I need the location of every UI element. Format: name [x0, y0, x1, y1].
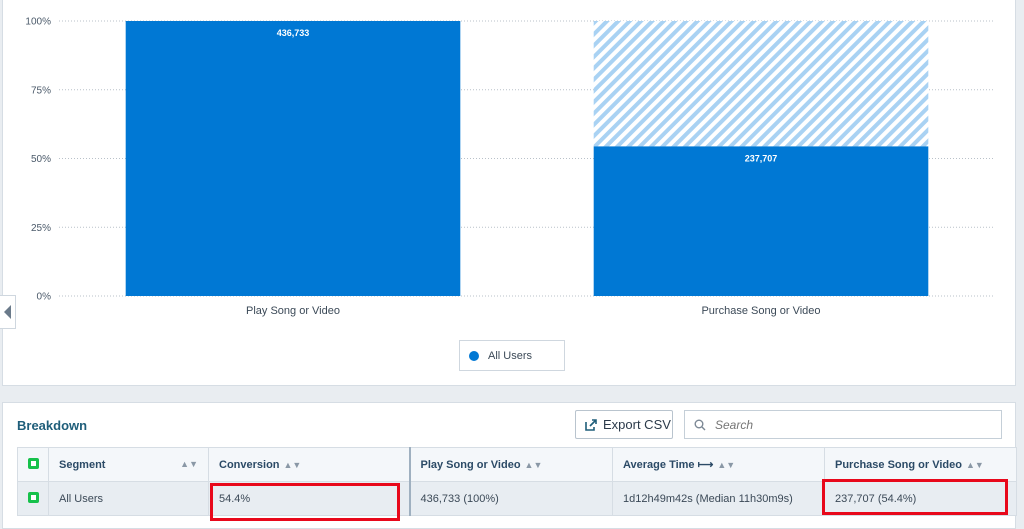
y-tick-label: 100%: [25, 17, 51, 28]
checkbox-icon[interactable]: [28, 457, 39, 469]
column-label-segment: Segment: [59, 458, 106, 471]
column-header-play[interactable]: Play Song or Video ▲▼: [408, 447, 613, 482]
breakdown-title: Breakdown: [17, 418, 88, 433]
x-category-label: Play Song or Video: [246, 305, 340, 317]
bar-data-label: 436,733: [277, 28, 310, 38]
export-csv-button[interactable]: Export CSV: [575, 410, 673, 439]
legend-dot-icon: [469, 350, 479, 361]
chevron-left-icon: [4, 305, 11, 319]
search-icon: [694, 419, 706, 430]
column-header-segment[interactable]: Segment ▲▼: [48, 447, 209, 482]
bar-data-label: 237,707: [745, 153, 778, 163]
column-header-conversion[interactable]: Conversion ▲▼: [208, 447, 410, 482]
column-label-average-time: Average Time: [623, 459, 695, 471]
select-all-cell[interactable]: [17, 447, 49, 482]
funnel-chart: 100% 75% 50% 25% 0% 436,733 Play Song or Video…: [25, 17, 995, 317]
arrow-right-icon: ⟼: [697, 459, 714, 471]
cell-segment: All Users: [48, 481, 209, 516]
highlight-box-purchase: [822, 479, 1008, 515]
search-input[interactable]: [713, 416, 987, 433]
legend-label: All Users: [488, 349, 533, 362]
sort-icon[interactable]: ▲▼: [525, 460, 543, 470]
column-label-play: Play Song or Video: [420, 458, 521, 471]
bar[interactable]: [593, 146, 929, 296]
table-header-row: Segment ▲▼ Conversion ▲▼ Play Song or Vide…: [17, 447, 1017, 482]
row-checkbox-cell[interactable]: [17, 481, 49, 516]
breakdown-panel: Breakdown Export CSV Segment ▲▼ Conversio…: [2, 402, 1017, 529]
collapse-panel-button[interactable]: [0, 295, 16, 329]
sort-icon[interactable]: ▲▼: [284, 460, 302, 470]
export-icon: [585, 418, 597, 431]
sort-icon[interactable]: ▲▼: [966, 460, 984, 470]
y-tick-label: 0%: [37, 292, 52, 303]
search-box[interactable]: [684, 410, 1002, 439]
sort-icon[interactable]: ▲▼: [717, 460, 735, 470]
column-label-purchase: Purchase Song or Video: [835, 458, 962, 471]
chart-legend[interactable]: All Users: [459, 340, 565, 371]
column-header-average-time[interactable]: Average Time ⟼ ▲▼: [612, 447, 825, 482]
x-category-label: Purchase Song or Video: [701, 305, 820, 317]
bar[interactable]: [125, 21, 461, 296]
y-tick-label: 75%: [31, 85, 51, 96]
chart-panel: 100% 75% 50% 25% 0% 436,733 Play Song or Video…: [2, 0, 1016, 386]
dropoff-bar[interactable]: [593, 21, 929, 147]
y-tick-label: 25%: [31, 223, 51, 234]
highlight-box-conversion: [210, 483, 400, 521]
checkbox-icon[interactable]: [28, 491, 39, 503]
column-header-purchase[interactable]: Purchase Song or Video ▲▼: [824, 447, 1017, 482]
cell-average-time: 1d12h49m42s (Median 11h30m9s): [612, 481, 825, 516]
export-csv-label: Export CSV: [603, 417, 671, 432]
sort-icon[interactable]: ▲▼: [180, 459, 198, 469]
cell-play: 436,733 (100%): [408, 481, 613, 516]
column-label-conversion: Conversion: [219, 458, 280, 471]
y-tick-label: 50%: [31, 154, 51, 165]
